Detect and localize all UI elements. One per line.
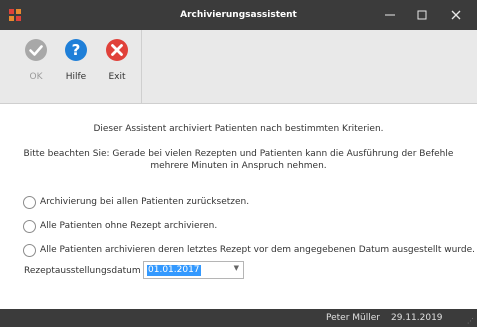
close-icon: [451, 10, 461, 20]
toolbar: OK ? Hilfe Exit: [0, 30, 477, 104]
ok-button[interactable]: OK: [18, 38, 54, 98]
checkmark-icon: [25, 39, 47, 61]
date-field-label: Rezeptausstellungsdatum: [24, 266, 141, 276]
question-icon: ?: [65, 39, 87, 61]
radio-button[interactable]: [23, 220, 36, 233]
radio-button[interactable]: [23, 244, 36, 257]
radio-button[interactable]: [23, 196, 36, 209]
option-label: Alle Patienten archivieren deren letztes…: [40, 245, 476, 255]
info-text-intro: Dieser Assistent archiviert Patienten na…: [93, 124, 384, 134]
svg-text:?: ?: [72, 41, 81, 59]
exit-button[interactable]: Exit: [99, 38, 135, 98]
date-picker[interactable]: 01.01.2017 ▼: [143, 261, 244, 279]
option-label: Archivierung bei allen Patienten zurücks…: [40, 197, 250, 207]
toolbar-divider: [141, 30, 142, 104]
ok-label: OK: [29, 72, 43, 82]
help-button[interactable]: ? Hilfe: [58, 38, 94, 98]
status-date: 29.11.2019: [391, 313, 443, 323]
date-value[interactable]: 01.01.2017: [147, 265, 201, 276]
exit-label: Exit: [108, 72, 126, 82]
option-label: Alle Patienten ohne Rezept archivieren.: [40, 221, 218, 231]
status-bar: Peter Müller 29.11.2019 ⋰: [0, 309, 477, 327]
resize-grip-icon[interactable]: ⋰: [467, 317, 474, 325]
close-button[interactable]: [441, 0, 471, 30]
info-text-warning: Bitte beachten Sie: Gerade bei vielen Re…: [23, 149, 454, 171]
help-label: Hilfe: [65, 72, 87, 82]
minimize-button[interactable]: [375, 0, 405, 30]
x-circle-icon: [106, 39, 128, 61]
maximize-button[interactable]: [407, 0, 437, 30]
window-title: Archivierungsassistent: [180, 10, 297, 20]
status-user: Peter Müller: [326, 313, 380, 323]
title-bar: Archivierungsassistent: [0, 0, 477, 30]
maximize-icon: [417, 10, 427, 20]
minimize-icon: [385, 14, 395, 16]
chevron-down-icon[interactable]: ▼: [234, 264, 239, 272]
